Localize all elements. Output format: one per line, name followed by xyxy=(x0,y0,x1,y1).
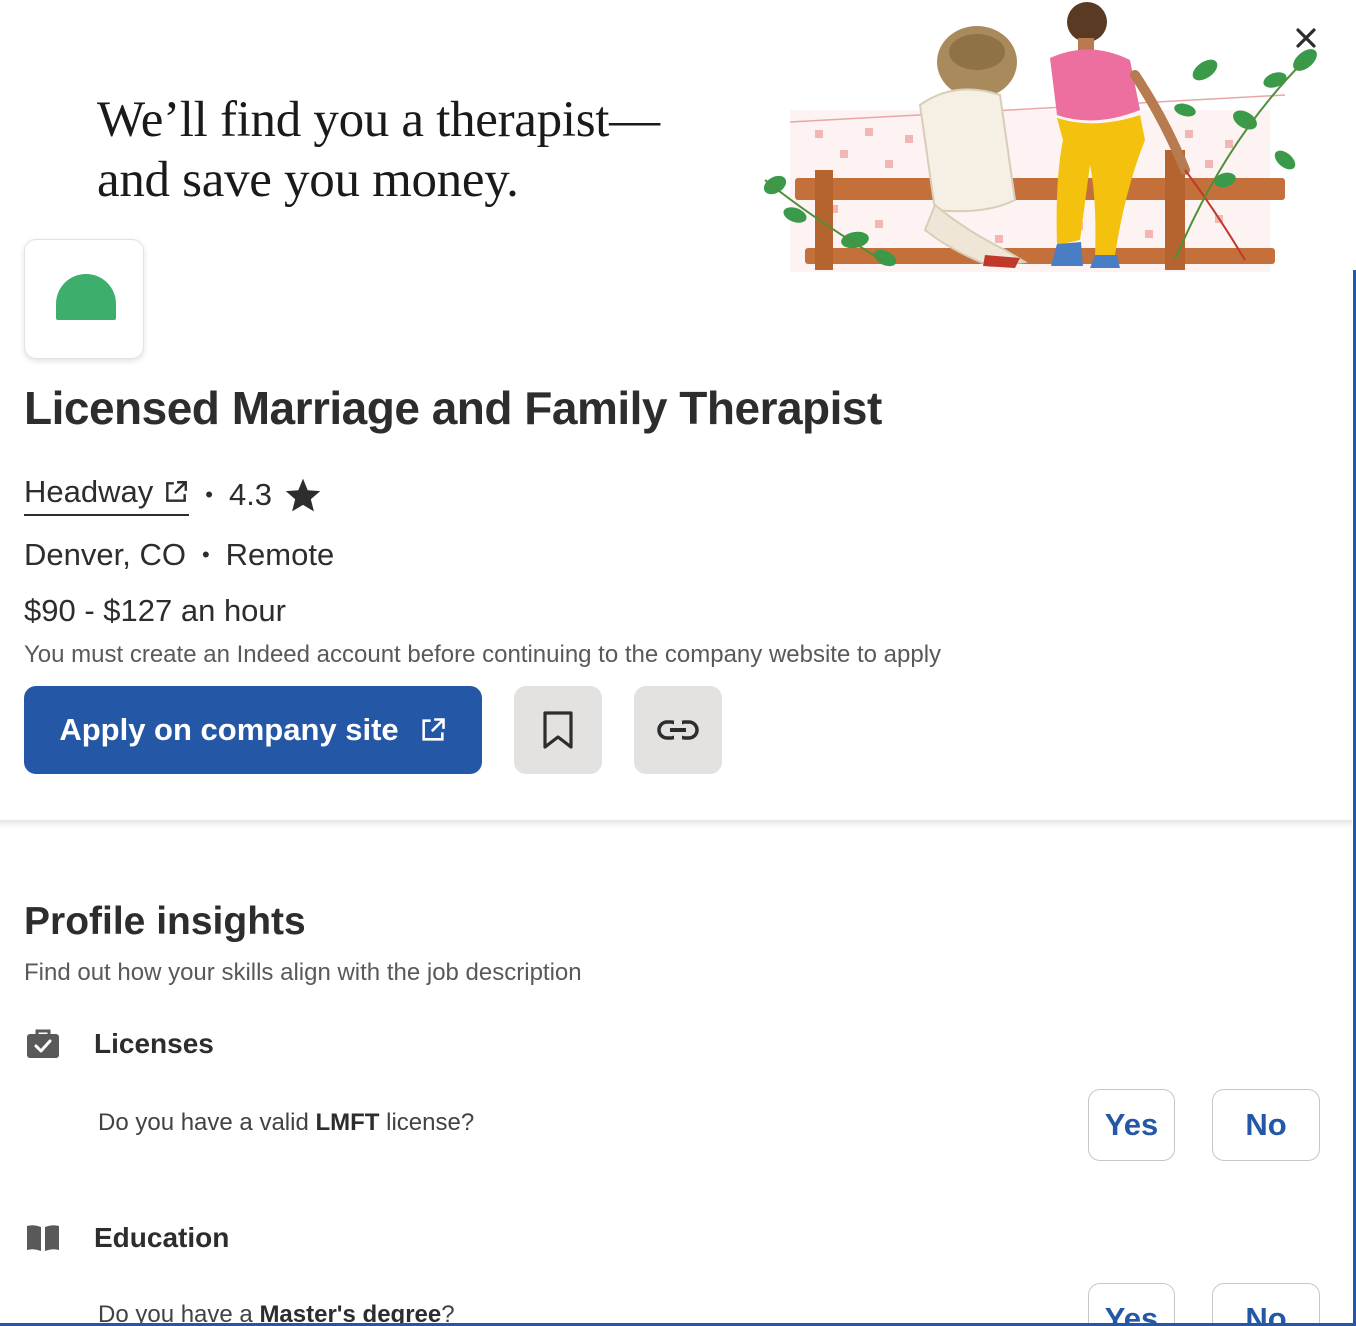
promo-banner[interactable]: We’ll find you a therapist— and save you… xyxy=(0,0,1340,272)
separator-dot: • xyxy=(201,542,210,567)
company-rating: 4.3 xyxy=(228,477,273,512)
company-logo xyxy=(24,239,144,359)
education-yes-button[interactable]: Yes xyxy=(1088,1283,1175,1326)
separator-dot: • xyxy=(205,482,213,507)
work-mode: Remote xyxy=(225,537,335,572)
company-logo-mark xyxy=(56,274,116,320)
apply-button-label: Apply on company site xyxy=(59,712,399,747)
save-job-button[interactable] xyxy=(514,686,602,774)
insight-education-header: Education xyxy=(24,1218,229,1258)
question-text: Do you have a valid xyxy=(98,1109,316,1136)
banner-headline-line-2: and save you money. xyxy=(97,152,519,208)
briefcase-check-icon xyxy=(24,1025,62,1063)
insight-category-label: Education xyxy=(94,1222,230,1253)
section-divider xyxy=(0,820,1352,828)
insight-question-licenses: Do you have a valid LMFT license? xyxy=(98,1108,474,1138)
insight-licenses-header: Licenses xyxy=(24,1024,214,1064)
banner-headline-line-1: We’ll find you a therapist— xyxy=(97,92,660,148)
external-link-icon xyxy=(422,718,445,741)
company-rating-row: Headway • 4.3 xyxy=(24,472,322,518)
profile-insights-subtitle: Find out how your skills align with the … xyxy=(24,959,582,986)
question-keyword: LMFT xyxy=(315,1109,380,1136)
licenses-yes-button[interactable]: Yes xyxy=(1088,1089,1175,1161)
star-icon xyxy=(285,478,321,512)
education-no-button[interactable]: No xyxy=(1212,1283,1320,1326)
insight-category-label: Licenses xyxy=(94,1028,214,1059)
book-icon xyxy=(24,1219,62,1257)
account-notice: You must create an Indeed account before… xyxy=(24,641,942,668)
banner-headline: We’ll find you a therapist— and save you… xyxy=(97,90,737,210)
company-name: Headway xyxy=(24,474,154,509)
close-icon xyxy=(1296,28,1316,48)
external-link-icon xyxy=(166,481,188,502)
close-button[interactable] xyxy=(1290,22,1322,54)
apply-on-company-site-button[interactable]: Apply on company site xyxy=(24,686,482,774)
question-text: license? xyxy=(379,1109,475,1136)
bookmark-icon xyxy=(543,711,573,749)
job-details-panel: We’ll find you a therapist— and save you… xyxy=(0,0,1356,1326)
company-link[interactable]: Headway xyxy=(24,474,190,516)
profile-insights-title: Profile insights xyxy=(24,900,306,943)
job-location: Denver, CO xyxy=(24,537,186,572)
location-row: Denver, CO • Remote xyxy=(24,534,334,576)
banner-illustration xyxy=(763,2,1317,272)
job-title: Licensed Marriage and Family Therapist xyxy=(24,382,882,434)
licenses-no-button[interactable]: No xyxy=(1212,1089,1320,1161)
link-icon xyxy=(657,720,699,740)
copy-link-button[interactable] xyxy=(634,686,722,774)
salary: $90 - $127 an hour xyxy=(24,593,286,628)
